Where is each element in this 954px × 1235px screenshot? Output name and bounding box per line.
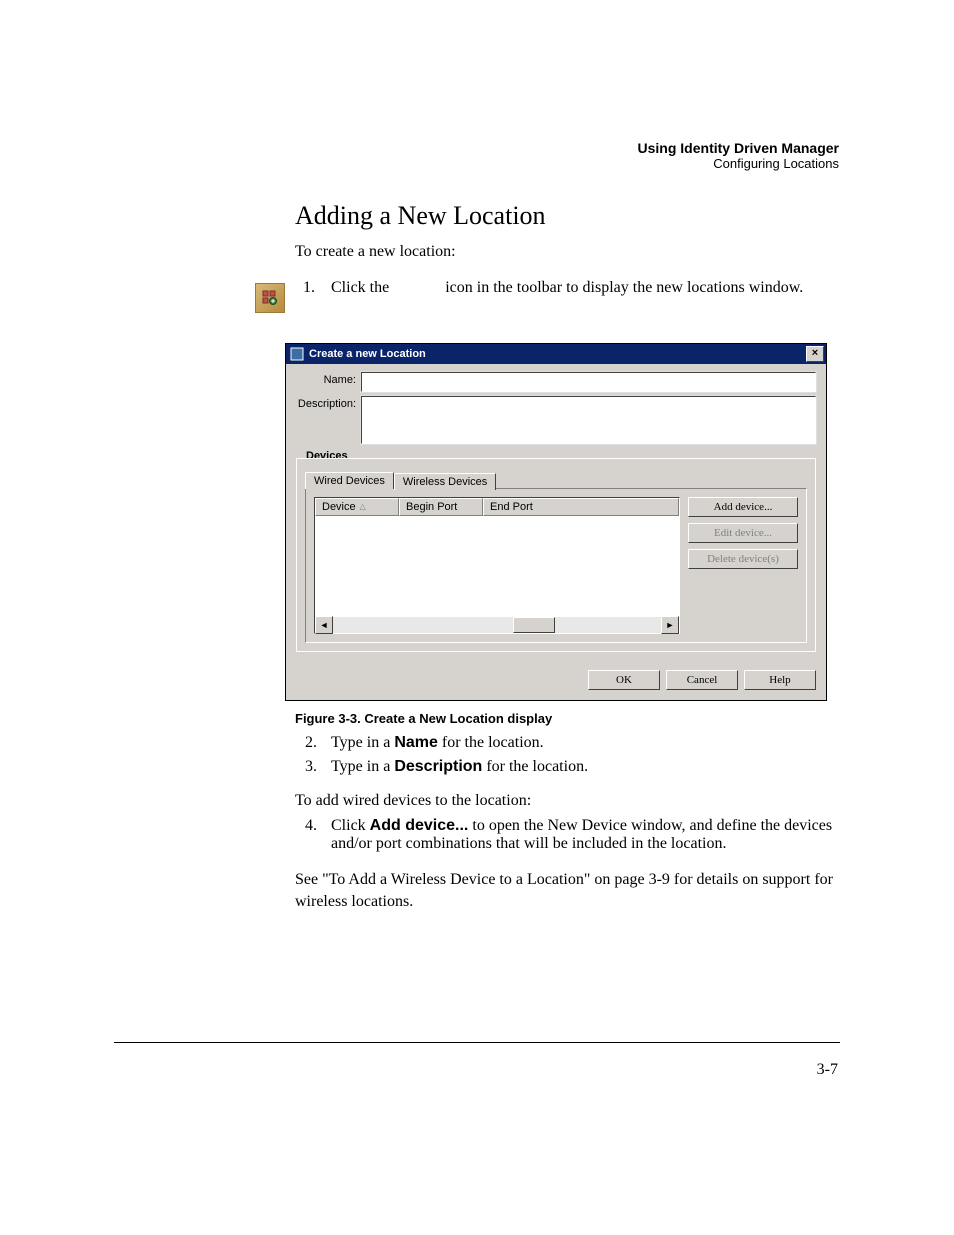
create-location-dialog: Create a new Location × Name: Descriptio… [285, 343, 827, 701]
running-header-subtitle: Configuring Locations [115, 156, 839, 171]
step-4-number: 4. [295, 817, 317, 853]
step-2-text: Type in a Name for the location. [331, 734, 839, 752]
tab-wired-devices[interactable]: Wired Devices [305, 472, 394, 489]
wired-intro-text: To add wired devices to the location: [295, 790, 839, 812]
tab-wireless-devices[interactable]: Wireless Devices [394, 473, 496, 490]
col-header-device[interactable]: Device△ [315, 498, 399, 516]
add-device-button[interactable]: Add device... [688, 497, 798, 517]
name-label: Name: [296, 372, 361, 386]
cross-reference-text: See "To Add a Wireless Device to a Locat… [295, 869, 839, 912]
running-header-title: Using Identity Driven Manager [115, 140, 839, 156]
cancel-button[interactable]: Cancel [666, 670, 738, 690]
step-3-text: Type in a Description for the location. [331, 758, 839, 776]
scroll-left-button[interactable]: ◄ [315, 616, 333, 634]
col-header-begin-port[interactable]: Begin Port [399, 498, 483, 516]
dialog-titlebar[interactable]: Create a new Location × [286, 344, 826, 364]
delete-device-button[interactable]: Delete device(s) [688, 549, 798, 569]
new-location-toolbar-icon [255, 283, 285, 313]
edit-device-button[interactable]: Edit device... [688, 523, 798, 543]
name-input[interactable] [361, 372, 816, 392]
description-label: Description: [296, 396, 361, 410]
horizontal-scrollbar[interactable]: ◄ ► [315, 617, 679, 633]
ok-button[interactable]: OK [588, 670, 660, 690]
step-2-number: 2. [295, 734, 317, 752]
figure-caption: Figure 3-3. Create a New Location displa… [295, 711, 839, 726]
intro-text: To create a new location: [295, 241, 839, 263]
close-button[interactable]: × [806, 346, 824, 362]
description-input[interactable] [361, 396, 816, 444]
section-heading: Adding a New Location [295, 201, 839, 231]
scroll-thumb[interactable] [513, 617, 555, 633]
dialog-title: Create a new Location [309, 348, 806, 360]
help-button[interactable]: Help [744, 670, 816, 690]
step-4-text: Click Add device... to open the New Devi… [331, 817, 839, 853]
page-number: 3-7 [0, 1061, 838, 1079]
dialog-app-icon [290, 347, 304, 361]
scroll-right-button[interactable]: ► [661, 616, 679, 634]
devices-table[interactable]: Device△ Begin Port End Port ◄ ► [314, 497, 680, 634]
step-1-text: 1. Click the icon in the toolbar to disp… [303, 279, 839, 297]
col-header-end-port[interactable]: End Port [483, 498, 679, 516]
step-1-number: 1. [303, 279, 315, 296]
sort-asc-icon: △ [360, 502, 366, 511]
step-3-number: 3. [295, 758, 317, 776]
footer-rule [114, 1042, 840, 1043]
